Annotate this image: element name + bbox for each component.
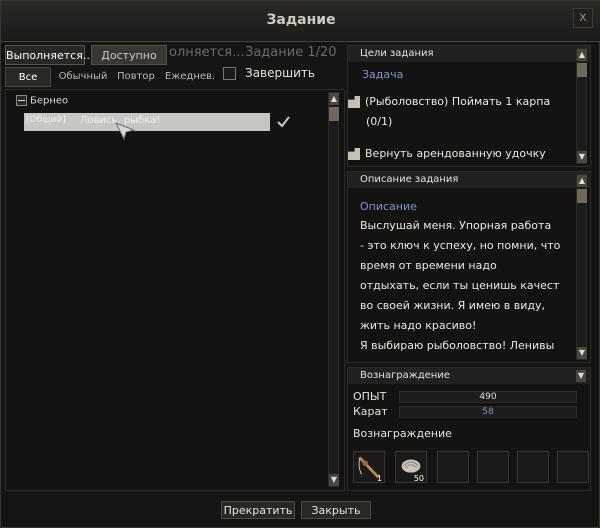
- slot-count: 50: [413, 474, 424, 483]
- reward-items-label: Вознаграждение: [353, 427, 452, 440]
- tab-available[interactable]: Доступно: [91, 45, 167, 65]
- carat-label: Карат: [353, 405, 388, 418]
- filter-repeat[interactable]: Повтор: [115, 67, 157, 87]
- quest-counter: Задание 1/20: [245, 45, 337, 60]
- reward-slot-empty[interactable]: [477, 451, 509, 483]
- scroll-up-icon[interactable]: ▲: [577, 49, 587, 61]
- objective-text: Вернуть арендованную удочку: [365, 147, 546, 160]
- group-name: Бернео: [30, 95, 69, 107]
- filter-regular[interactable]: Обычный: [57, 67, 109, 87]
- objectives-header: Цели задания: [348, 46, 590, 62]
- window-title: Задание: [266, 12, 336, 28]
- objective-item: Вернуть арендованную удочку: [348, 144, 574, 164]
- check-icon[interactable]: [276, 115, 291, 128]
- objective-text: (Рыболовство) Поймать 1 карпа: [365, 95, 551, 108]
- objective-icon: [348, 148, 360, 160]
- collapse-icon[interactable]: [16, 95, 27, 106]
- filter-daily[interactable]: Ежеднев.: [163, 67, 217, 87]
- description-subtitle: Описание: [360, 200, 417, 213]
- description-line: Я выбираю рыболовство! Ленивы: [360, 339, 555, 352]
- quest-list-scrollbar[interactable]: ▲ ▼: [328, 92, 339, 487]
- description-line: жить надо красиво!: [360, 319, 477, 332]
- objective-item: (Рыболовство) Поймать 1 карпа: [348, 92, 574, 112]
- quest-filter-bar: Все Обычный Повтор Ежеднев.: [5, 67, 217, 87]
- reward-slot-empty[interactable]: [517, 451, 549, 483]
- ghost-status-text: олняется...: [169, 45, 245, 60]
- exp-value: 490: [399, 391, 577, 403]
- tab-in-progress[interactable]: Выполняется...: [5, 45, 93, 65]
- description-scrollbar[interactable]: ▲ ▼: [576, 174, 587, 360]
- quest-group[interactable]: Бернео: [16, 95, 68, 107]
- objectives-panel: Цели задания Задача (Рыболовство) Поймат…: [347, 45, 591, 167]
- description-text: Выслушай меня. Упорная работа - это ключ…: [360, 216, 576, 356]
- abort-button[interactable]: Прекратить: [221, 501, 295, 519]
- cursor-icon: [114, 122, 136, 141]
- description-line: Выслушай меня. Упорная работа: [360, 219, 552, 232]
- reward-slot[interactable]: 1: [353, 451, 385, 483]
- title-bar[interactable]: Задание x: [1, 1, 600, 42]
- quest-tag: [Общий]: [26, 115, 66, 125]
- scroll-down-icon[interactable]: ▼: [329, 474, 339, 486]
- scroll-up-icon[interactable]: ▲: [329, 93, 339, 105]
- exp-label: ОПЫТ: [353, 390, 387, 403]
- complete-checkbox[interactable]: [223, 67, 236, 80]
- carat-value: 58: [399, 406, 577, 418]
- description-panel: Описание задания Описание Выслушай меня.…: [347, 171, 591, 363]
- quest-list: Бернео [Общий] Ловись, рыбка! ▲ ▼: [5, 89, 345, 491]
- filter-all[interactable]: Все: [5, 67, 51, 87]
- scroll-down-icon[interactable]: ▼: [577, 347, 587, 359]
- rewards-header: Вознаграждение: [348, 368, 590, 384]
- scroll-thumb[interactable]: [577, 63, 587, 77]
- description-line: - это ключ к успеху, но помни, что: [360, 239, 561, 252]
- reward-slot[interactable]: 50: [395, 451, 427, 483]
- objective-progress: (0/1): [366, 115, 393, 128]
- reward-slot-empty[interactable]: [437, 451, 469, 483]
- description-line: время от времени надо: [360, 259, 497, 272]
- objectives-scrollbar[interactable]: ▲ ▼: [576, 48, 587, 164]
- description-line: отдыхать, если ты ценишь качест: [360, 279, 560, 292]
- description-header: Описание задания: [348, 172, 590, 188]
- objectives-subtitle: Задача: [362, 68, 404, 81]
- quest-window: Задание x Выполняется... Доступно олняет…: [0, 0, 600, 528]
- objective-icon: [348, 96, 360, 108]
- quest-row[interactable]: [Общий] Ловись, рыбка!: [24, 113, 270, 131]
- scroll-thumb[interactable]: [577, 189, 587, 203]
- reward-slot-empty[interactable]: [557, 451, 589, 483]
- scroll-up-icon[interactable]: ▲: [577, 175, 587, 187]
- scroll-thumb[interactable]: [329, 107, 339, 121]
- rewards-expand-icon[interactable]: ▼: [576, 370, 586, 382]
- slot-count: 1: [376, 474, 382, 483]
- complete-label: Завершить: [245, 66, 315, 80]
- scroll-down-icon[interactable]: ▼: [577, 151, 587, 163]
- close-button[interactable]: Закрыть: [301, 501, 371, 519]
- close-icon[interactable]: x: [573, 8, 593, 28]
- description-line: во своей жизни. Я имею в виду,: [360, 299, 545, 312]
